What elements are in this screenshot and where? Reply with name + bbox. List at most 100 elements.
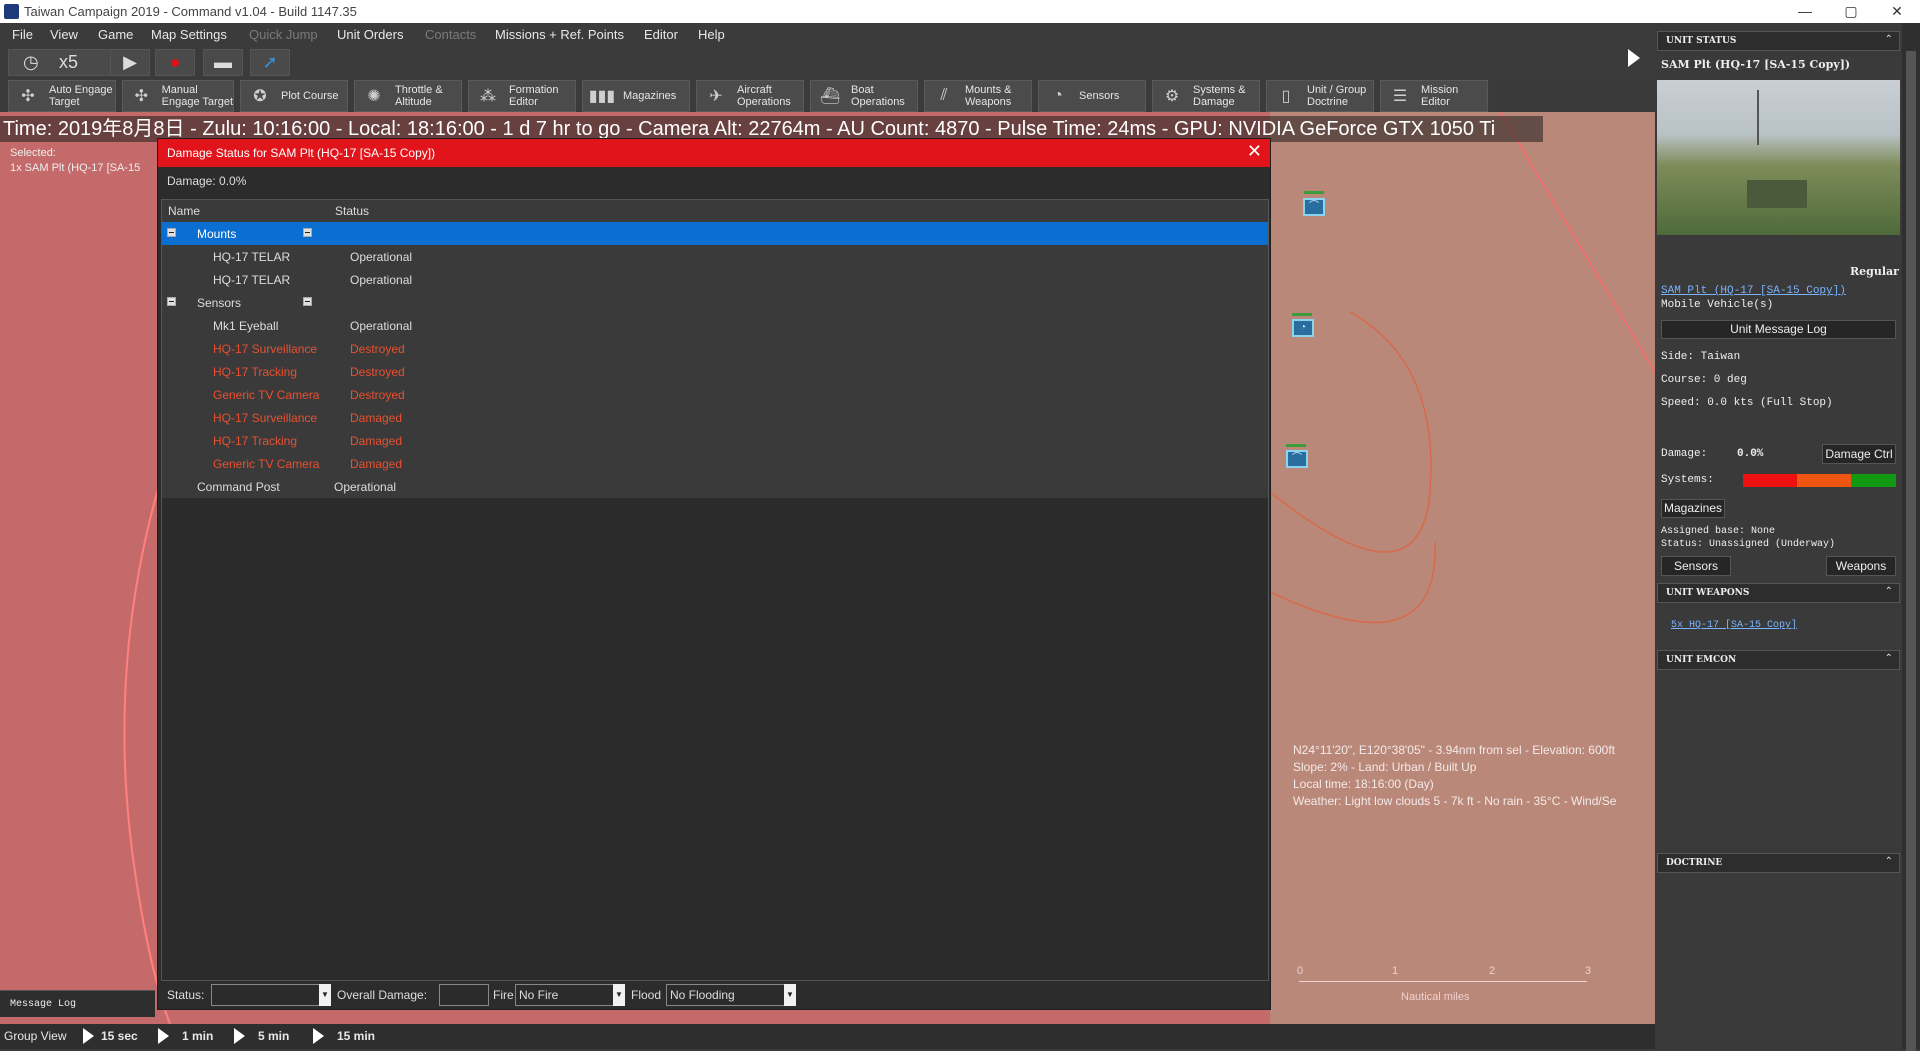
- unit-status-header[interactable]: UNIT STATUS ⌃: [1657, 31, 1900, 51]
- flood-select[interactable]: No Flooding: [666, 984, 786, 1006]
- table-row[interactable]: HQ-17 TELAR Operational: [162, 268, 1268, 291]
- chevron-down-icon[interactable]: ▼: [319, 984, 331, 1006]
- collapse-group-icon[interactable]: [167, 228, 176, 237]
- menu-help[interactable]: Help: [698, 27, 725, 42]
- table-row[interactable]: Generic TV Camera Destroyed: [162, 383, 1268, 406]
- menu-contacts[interactable]: Contacts: [425, 27, 476, 42]
- magazines-button[interactable]: ▮▮▮ Magazines: [582, 80, 690, 112]
- scale-tick: 3: [1585, 965, 1592, 977]
- formation-icon: ⁂: [480, 88, 496, 105]
- collapse-icon[interactable]: ⌃: [1885, 586, 1893, 597]
- row-status: Destroyed: [350, 365, 405, 379]
- table-row[interactable]: Command Post Operational: [162, 475, 1268, 498]
- row-status: Destroyed: [350, 388, 405, 402]
- step-1min[interactable]: 1 min: [182, 1029, 213, 1043]
- step-icon: [158, 1028, 169, 1044]
- doctrine-header[interactable]: DOCTRINE ⌃: [1657, 853, 1900, 873]
- scale-line: [1299, 981, 1587, 982]
- menu-map-settings[interactable]: Map Settings: [151, 27, 227, 42]
- weapon-link[interactable]: 5x HQ-17 [SA-15 Copy]: [1671, 620, 1797, 631]
- selected-value: 1x SAM Plt (HQ-17 [SA-15: [10, 162, 141, 174]
- mission-editor-label: Mission Editor: [1421, 84, 1459, 108]
- column-status[interactable]: Status: [335, 204, 369, 218]
- message-log-label: Message Log: [10, 999, 77, 1010]
- app-icon: [4, 4, 19, 19]
- systems-damage-button[interactable]: ⚙ Systems & Damage: [1152, 80, 1260, 112]
- table-row[interactable]: HQ-17 TELAR Operational: [162, 245, 1268, 268]
- step-15min[interactable]: 15 min: [337, 1029, 375, 1043]
- damage-control-button[interactable]: Damage Ctrl: [1822, 444, 1896, 464]
- step-15sec[interactable]: 15 sec: [101, 1029, 138, 1043]
- chevron-down-icon[interactable]: ▼: [784, 984, 796, 1006]
- chevron-down-icon[interactable]: ▼: [613, 984, 625, 1006]
- collapse-icon[interactable]: ⌃: [1885, 653, 1893, 664]
- manual-engage-button[interactable]: ✣ Manual Engage Target: [122, 80, 234, 112]
- group-view-toggle[interactable]: Group View: [4, 1029, 66, 1043]
- table-row[interactable]: HQ-17 Surveillance Destroyed: [162, 337, 1268, 360]
- close-window-button[interactable]: ✕: [1874, 0, 1920, 23]
- fire-select[interactable]: No Fire: [515, 984, 615, 1006]
- aircraft-operations-button[interactable]: ✈ Aircraft Operations: [696, 80, 804, 112]
- right-panel-scrollbar[interactable]: [1902, 23, 1920, 1051]
- bottom-bar: Group View 15 sec 1 min 5 min 15 min: [0, 1024, 1655, 1049]
- minimize-button[interactable]: —: [1782, 0, 1828, 23]
- scrollbar-thumb[interactable]: [1906, 51, 1916, 1051]
- throttle-altitude-button[interactable]: ✺ Throttle & Altitude: [354, 80, 462, 112]
- sam-unit-icon[interactable]: ⌒: [1286, 450, 1308, 468]
- collapse-group-icon[interactable]: [303, 297, 312, 306]
- unit-message-log-button[interactable]: Unit Message Log: [1661, 320, 1896, 339]
- sensors-panel-button[interactable]: Sensors: [1661, 556, 1731, 576]
- message-log-panel[interactable]: Message Log: [0, 990, 155, 1017]
- table-row[interactable]: Generic TV Camera Damaged: [162, 452, 1268, 475]
- group-row[interactable]: Sensors: [162, 291, 1268, 314]
- menu-view[interactable]: View: [50, 27, 78, 42]
- ship-view-button[interactable]: ▬: [203, 49, 243, 76]
- table-row[interactable]: HQ-17 Surveillance Damaged: [162, 406, 1268, 429]
- table-row[interactable]: HQ-17 Tracking Destroyed: [162, 360, 1268, 383]
- menu-quick-jump[interactable]: Quick Jump: [249, 27, 318, 42]
- auto-engage-button[interactable]: ✣ Auto Engage Target: [8, 80, 116, 112]
- boat-operations-button[interactable]: ⛴ Boat Operations: [810, 80, 918, 112]
- table-row[interactable]: HQ-17 Tracking Damaged: [162, 429, 1268, 452]
- mission-editor-button[interactable]: ☰ Mission Editor: [1380, 80, 1488, 112]
- overall-damage-input[interactable]: [439, 984, 489, 1006]
- play-button[interactable]: ▶: [110, 49, 150, 76]
- row-name: Mounts: [197, 227, 237, 241]
- weapons-panel-button[interactable]: Weapons: [1826, 556, 1896, 576]
- doctrine-button[interactable]: ▯ Unit / Group Doctrine: [1266, 80, 1374, 112]
- menu-missions[interactable]: Missions + Ref. Points: [495, 27, 624, 42]
- formation-editor-button[interactable]: ⁂ Formation Editor: [468, 80, 576, 112]
- close-icon[interactable]: ✕: [1247, 141, 1262, 162]
- sensors-button[interactable]: ◔ Sensors: [1038, 80, 1146, 112]
- collapse-icon[interactable]: ⌃: [1885, 856, 1893, 867]
- column-name[interactable]: Name: [168, 204, 200, 218]
- formation-label: Formation Editor: [509, 84, 559, 108]
- sam-unit-icon[interactable]: ⌒: [1303, 198, 1325, 216]
- group-row[interactable]: Mounts: [162, 222, 1268, 245]
- status-select[interactable]: [211, 984, 321, 1006]
- time-compression-control[interactable]: ◷ x5: [8, 49, 114, 76]
- collapse-group-icon[interactable]: [167, 297, 176, 306]
- collapse-icon[interactable]: ⌃: [1885, 34, 1893, 45]
- record-button[interactable]: ●: [155, 49, 195, 76]
- maximize-button[interactable]: ▢: [1828, 0, 1874, 23]
- unit-emcon-header[interactable]: UNIT EMCON ⌃: [1657, 650, 1900, 670]
- menu-game[interactable]: Game: [98, 27, 133, 42]
- collapse-panel-icon[interactable]: [1628, 49, 1640, 67]
- collapse-group-icon[interactable]: [303, 228, 312, 237]
- menu-file[interactable]: File: [12, 27, 33, 42]
- grid-header: Name Status: [162, 200, 1268, 223]
- radar-unit-icon[interactable]: ◔: [1292, 319, 1314, 337]
- menu-editor[interactable]: Editor: [644, 27, 678, 42]
- unit-weapons-header[interactable]: UNIT WEAPONS ⌃: [1657, 583, 1900, 603]
- plot-course-button[interactable]: ✪ Plot Course: [240, 80, 348, 112]
- step-5min[interactable]: 5 min: [258, 1029, 289, 1043]
- document-icon: ▯: [1281, 88, 1291, 105]
- quick-action-button[interactable]: ➚: [250, 49, 290, 76]
- mounts-weapons-button[interactable]: ⫽ Mounts & Weapons: [924, 80, 1032, 112]
- unit-link[interactable]: SAM Plt (HQ-17 [SA-15 Copy]): [1661, 285, 1846, 297]
- magazines-panel-button[interactable]: Magazines: [1661, 499, 1725, 518]
- table-row[interactable]: Mk1 Eyeball Operational: [162, 314, 1268, 337]
- dialog-title-bar[interactable]: Damage Status for SAM Plt (HQ-17 [SA-15 …: [158, 139, 1270, 167]
- menu-unit-orders[interactable]: Unit Orders: [337, 27, 403, 42]
